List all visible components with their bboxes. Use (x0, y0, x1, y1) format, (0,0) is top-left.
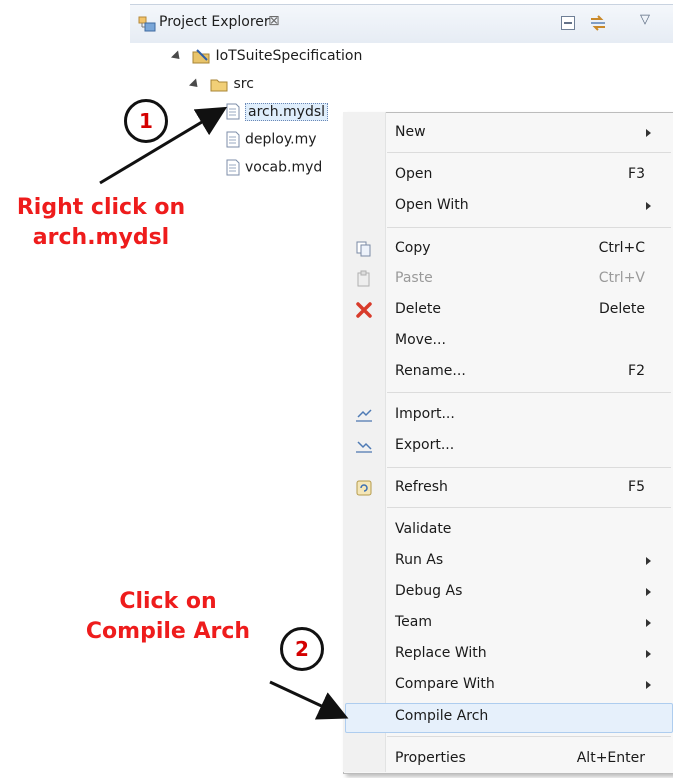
step1-instruction: Right click on arch.mydsl (6, 193, 196, 253)
step1-callout: 1 (124, 99, 168, 143)
step2-instruction: Click on Compile Arch (73, 587, 263, 647)
step1-line2: arch.mydsl (32, 225, 170, 250)
step2-callout: 2 (280, 627, 324, 671)
step2-arrow (269, 680, 349, 720)
annotation-arrows (99, 106, 349, 720)
step2-line1: Click on (119, 589, 217, 614)
step2-line2: Compile Arch (85, 619, 251, 644)
step1-line1: Right click on (16, 195, 186, 220)
